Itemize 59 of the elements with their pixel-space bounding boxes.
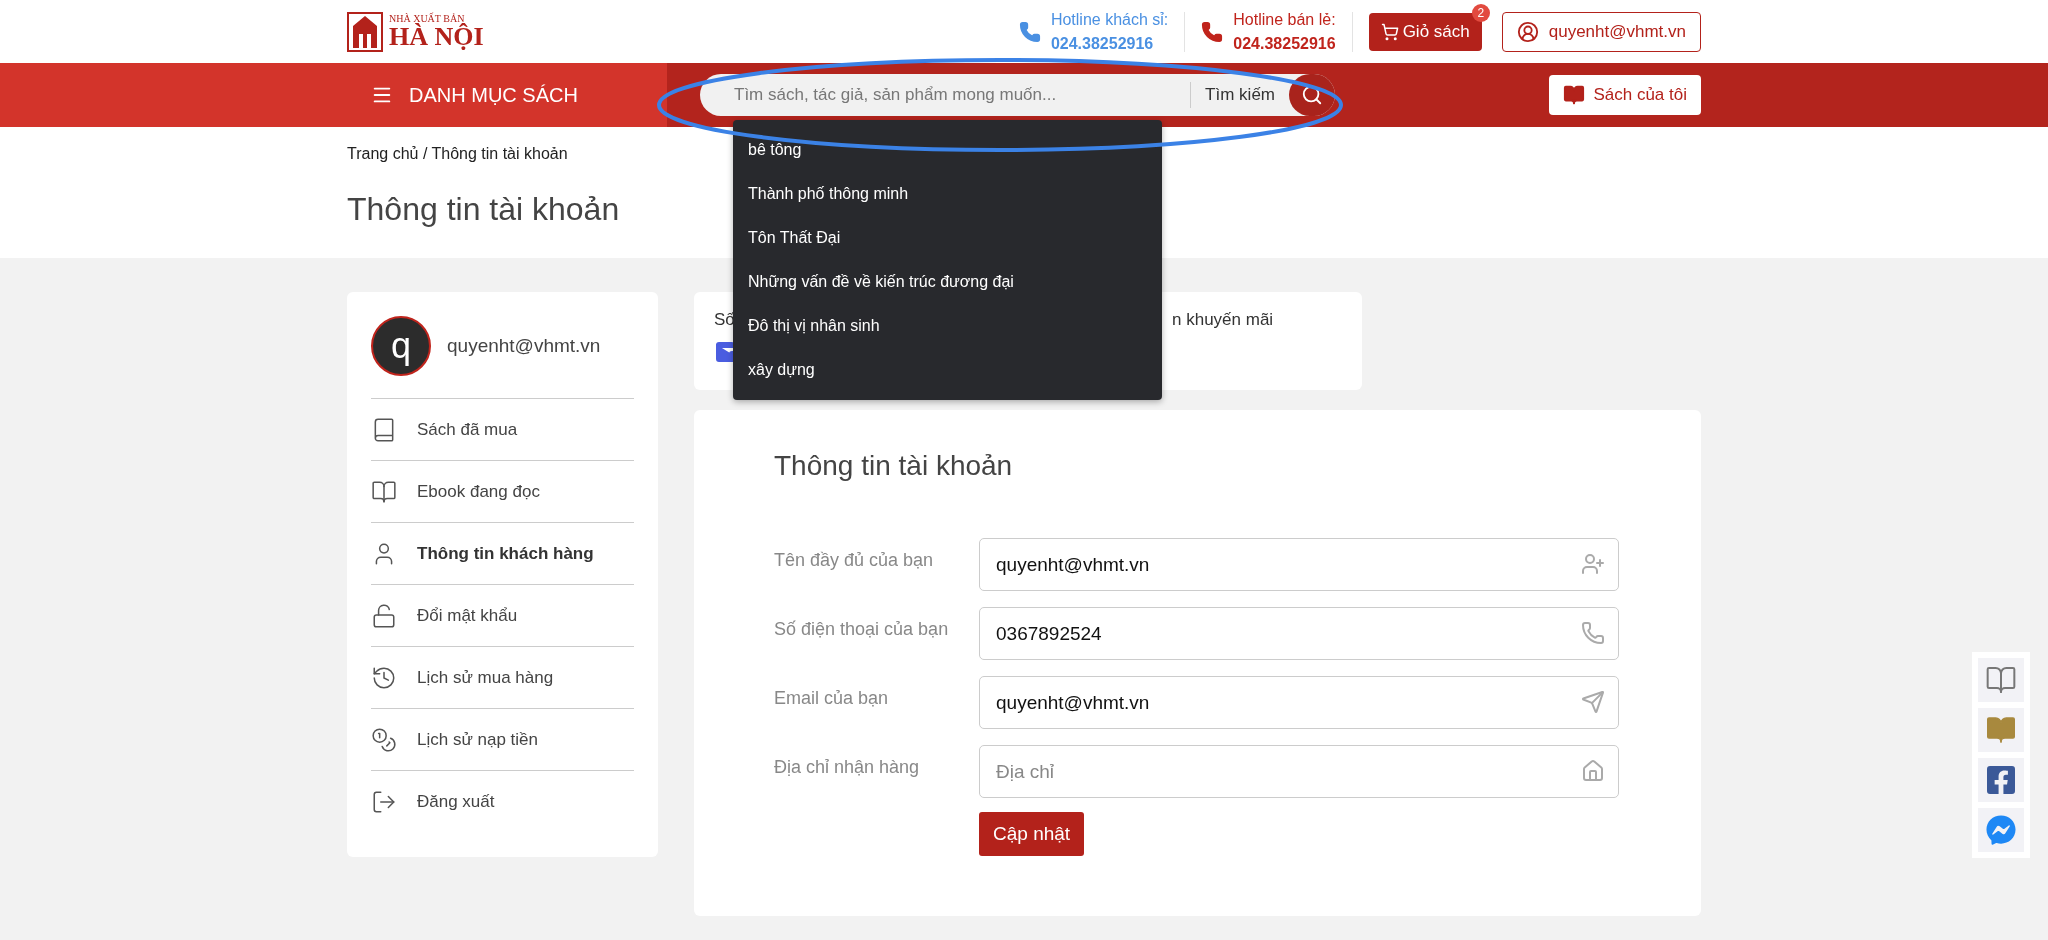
phone-icon (1581, 621, 1605, 645)
logo-icon (347, 11, 383, 52)
profile-email: quyenht@vhmt.vn (447, 335, 601, 357)
open-book-icon (1563, 84, 1586, 106)
suggestion-item[interactable]: Những vấn đề về kiến trúc đương đại (733, 260, 1162, 304)
facebook-button[interactable] (1978, 758, 2024, 802)
sidebar-item[interactable]: Thông tin khách hàng (371, 523, 634, 585)
library-button[interactable] (1978, 708, 2024, 752)
cart-count-badge: 2 (1471, 3, 1490, 22)
facebook-icon (1985, 764, 2017, 796)
search-field[interactable]: Tìm sách, tác giả, sản phẩm mong muốn... Tìm kiếm (700, 74, 1335, 116)
hotline-label: Hotline bán lẻ: (1233, 10, 1336, 29)
field-label: Địa chỉ nhận hàng (774, 756, 921, 778)
open-book-icon (1985, 664, 2017, 696)
search-text-button[interactable]: Tìm kiếm (1190, 82, 1289, 108)
logo-title: HÀ NỘI (389, 23, 484, 50)
input-field[interactable]: Địa chỉ (979, 745, 1619, 798)
sidebar-item[interactable]: Lịch sử mua hàng (371, 647, 634, 709)
field-label: Email của bạn (774, 687, 890, 709)
sidebar-item[interactable]: Sách đã mua (371, 399, 634, 461)
suggestion-item[interactable]: Tôn Thất Đại (733, 216, 1162, 260)
hotline-label: Hotline khách sỉ: (1050, 10, 1169, 29)
my-books-button[interactable]: Sách của tôi (1549, 75, 1701, 115)
input-field[interactable]: quyenht@vhmt.vn (979, 676, 1619, 729)
breadcrumb: Trang chủ / Thông tin tài khoản (347, 145, 568, 163)
reader-button[interactable] (1978, 658, 2024, 702)
sidebar-item[interactable]: Lịch sử nạp tiền (371, 709, 634, 771)
search-icon (1301, 84, 1323, 106)
form-title: Thông tin tài khoản (774, 450, 1014, 482)
account-button[interactable]: quyenht@vhmt.vn (1501, 11, 1701, 52)
suggestion-item[interactable]: xây dựng (733, 348, 1162, 392)
sidebar-item[interactable]: Đổi mật khẩu (371, 585, 634, 647)
logout-icon (371, 789, 397, 815)
suggestion-item[interactable]: Đô thị vị nhân sinh (733, 304, 1162, 348)
field-label: Tên đầy đủ của bạn (774, 549, 935, 571)
messenger-button[interactable] (1978, 808, 2024, 852)
page-title: Thông tin tài khoản (347, 191, 620, 228)
field-label: Số điện thoại của bạn (774, 618, 950, 640)
hotline-number: 024.38252916 (1233, 34, 1336, 53)
send-icon (1581, 690, 1605, 714)
coins-icon (371, 726, 397, 753)
sidebar-item[interactable]: Đăng xuất (371, 771, 634, 833)
promo-label: n khuyến mãi (1172, 310, 1274, 330)
lock-icon (371, 602, 397, 629)
home-icon (1581, 759, 1605, 783)
hotline-number: 024.38252916 (1050, 34, 1155, 53)
cart-icon (1380, 22, 1399, 41)
input-field[interactable]: quyenht@vhmt.vn (979, 538, 1619, 591)
update-button[interactable]: Cập nhật (979, 812, 1085, 856)
sidebar-item[interactable]: Ebook đang đọc (371, 461, 634, 523)
suggestion-item[interactable]: bê tông (733, 128, 1162, 172)
input-field[interactable]: 0367892524 (979, 607, 1619, 660)
user-icon (1516, 20, 1539, 43)
open-book-icon (371, 478, 397, 505)
suggestion-item[interactable]: Thành phố thông minh (733, 172, 1162, 216)
avatar: q (371, 316, 431, 376)
user-plus-icon (1581, 552, 1605, 576)
logo-subtitle: NHÀ XUẤT BẢN (389, 13, 465, 24)
messenger-icon (1986, 815, 2016, 845)
